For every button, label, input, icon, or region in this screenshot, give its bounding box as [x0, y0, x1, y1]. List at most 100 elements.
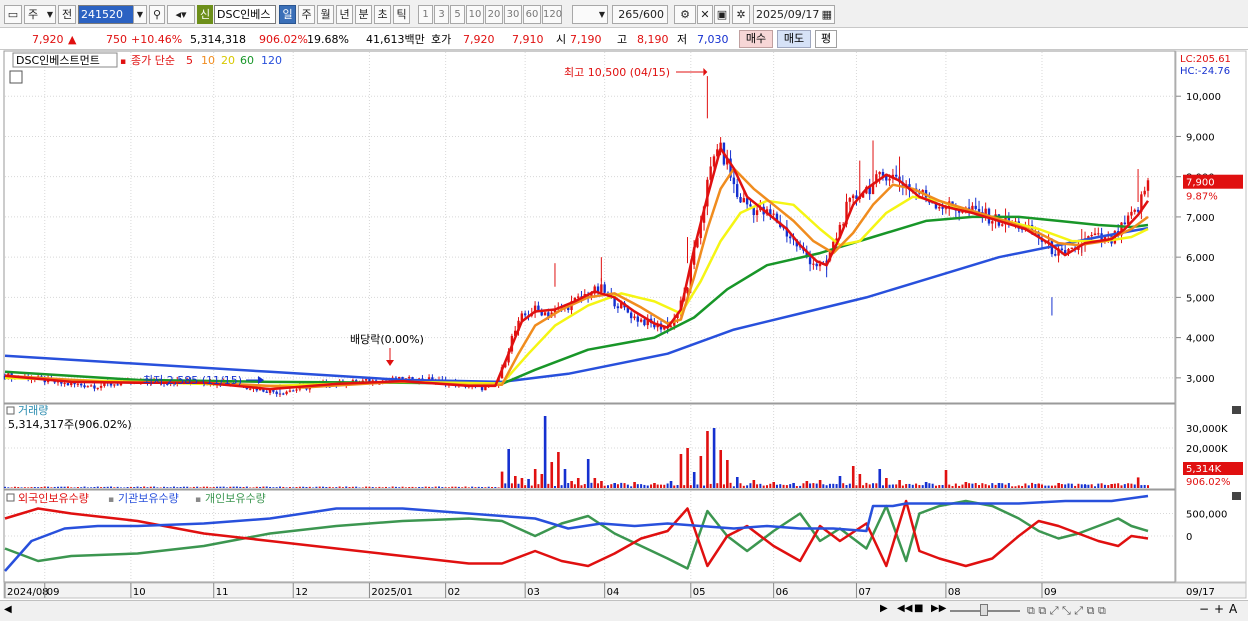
volume-bar	[732, 486, 735, 488]
period-button-5[interactable]: 초	[374, 5, 391, 24]
search-icon[interactable]: ⚲	[149, 5, 165, 24]
interval-button-30[interactable]: 30	[504, 5, 522, 24]
vol-panel-icon	[6, 406, 15, 415]
volume-bar	[779, 484, 782, 488]
average-button[interactable]: 평	[815, 30, 837, 48]
interval-button-10[interactable]: 10	[466, 5, 484, 24]
scroll-left-icon[interactable]: ◀	[4, 604, 12, 615]
nav-button-3[interactable]: ▶▶	[931, 603, 946, 614]
stock-code-input[interactable]: 241520	[78, 5, 136, 24]
nav-button-1[interactable]: ◀◀	[897, 603, 912, 614]
period-button-1[interactable]: 주	[298, 5, 315, 24]
volume-bar	[235, 486, 238, 488]
volume-bar	[547, 483, 550, 488]
volume-bar	[398, 487, 401, 488]
volume-bar	[881, 485, 884, 488]
candle-body	[275, 391, 278, 395]
candle-body	[282, 393, 285, 395]
candle-body	[732, 177, 736, 185]
interval-select[interactable]: ▼	[572, 5, 608, 24]
period-button-4[interactable]: 분	[355, 5, 372, 24]
zoom-button-0[interactable]: −	[1199, 602, 1209, 616]
type-select[interactable]: 주 ▼	[24, 5, 56, 24]
candle-body	[116, 384, 119, 386]
volume-bar	[116, 486, 119, 488]
volume-bar	[1113, 483, 1116, 488]
crosshair-icon[interactable]: ✕	[697, 5, 713, 24]
zoom-slider-handle[interactable]	[980, 604, 988, 616]
volume-bar	[153, 486, 156, 488]
candle-body	[109, 383, 113, 386]
buy-button[interactable]: 매수	[739, 30, 773, 48]
volume-bar	[766, 485, 768, 488]
turnover-value: 19.68%	[307, 33, 349, 46]
change-percent: +10.46%	[131, 33, 183, 46]
volume-bar	[37, 487, 40, 488]
volume-bar	[391, 486, 394, 488]
gear-icon[interactable]: ✲	[732, 5, 750, 24]
volume-bar	[560, 485, 563, 488]
volume-bar	[775, 484, 778, 488]
prev-button[interactable]: 전	[58, 5, 76, 24]
candle-body	[523, 313, 527, 316]
volume-bar	[216, 486, 219, 488]
count-input[interactable]: 265/600	[612, 5, 668, 24]
interval-button-20[interactable]: 20	[485, 5, 503, 24]
stock-chart[interactable]: 2024/0809 10 11 12 2025/01 02 03 04 05 06 07 08 09 09…	[0, 50, 1248, 621]
date-input[interactable]: 2025/09/17 ▦	[753, 5, 835, 24]
stock-name-field[interactable]: DSC인베스트	[214, 5, 276, 24]
x-tick-label: 03	[527, 587, 540, 598]
save-icon[interactable]: ▣	[714, 5, 730, 24]
volume-bar	[915, 483, 918, 488]
volume-bar	[716, 483, 719, 488]
volume-bar	[454, 486, 457, 488]
volume-spike	[550, 462, 554, 488]
open-price: 7,190	[570, 33, 602, 46]
x-axis-right-label: 09/17	[1186, 587, 1215, 598]
candle-body	[285, 391, 288, 394]
nav-button-0[interactable]: ▶	[880, 603, 888, 614]
volume-spike	[600, 481, 603, 488]
period-button-2[interactable]: 월	[317, 5, 334, 24]
volume-bar	[461, 487, 464, 488]
volume-bar	[302, 486, 305, 488]
high-label: 고	[617, 33, 628, 46]
sell-button[interactable]: 매도	[777, 30, 811, 48]
chevron-down-icon: ▼	[46, 10, 53, 19]
volume-bar	[1123, 484, 1126, 488]
volume-bar	[60, 486, 63, 488]
chart-settings-icon[interactable]: ⚙	[674, 5, 696, 24]
volume-bar	[1040, 484, 1043, 488]
volume-bar	[517, 483, 520, 488]
volume-bar	[626, 484, 629, 488]
period-button-3[interactable]: 년	[336, 5, 353, 24]
window-menu-icon[interactable]: ▭	[4, 5, 22, 24]
volume-spike	[633, 482, 636, 488]
volume-spike	[576, 478, 580, 488]
period-button-0[interactable]: 일	[279, 5, 296, 24]
candle-body	[364, 379, 368, 381]
code-dropdown-icon[interactable]: ▼	[133, 5, 147, 24]
interval-button-5[interactable]: 5	[450, 5, 465, 24]
chart-title: DSC인베스트먼트	[16, 54, 100, 67]
zoom-button-2[interactable]: A	[1229, 602, 1237, 616]
interval-button-60[interactable]: 60	[523, 5, 541, 24]
period-button-6[interactable]: 틱	[393, 5, 410, 24]
speaker-icon[interactable]: ◂▾	[167, 5, 195, 24]
chart-tools-icon[interactable]: ⧉ ⧉ ⤢ ⤡ ⤢ ⧉ ⧉	[1027, 604, 1106, 618]
interval-button-1[interactable]: 1	[418, 5, 433, 24]
volume-bar	[133, 487, 136, 488]
interval-button-120[interactable]: 120	[542, 5, 562, 24]
zoom-button-1[interactable]: +	[1214, 602, 1224, 616]
nav-button-2[interactable]: ■	[914, 603, 923, 614]
volume-bar	[709, 483, 712, 488]
volume-bar	[100, 487, 103, 488]
volume-tag-label: 5,314K	[1186, 464, 1222, 475]
legend-period-120: 120	[261, 54, 282, 67]
interval-button-3[interactable]: 3	[434, 5, 449, 24]
volume-bar	[305, 486, 308, 488]
volume-bar	[954, 483, 957, 488]
x-tick-label: 02	[448, 587, 461, 598]
volume-bar	[189, 487, 192, 488]
chart-area[interactable]: 2024/08 09 10 11 12 2025/01 02 03 04 05 06 07 08 09 09…	[0, 50, 1248, 621]
